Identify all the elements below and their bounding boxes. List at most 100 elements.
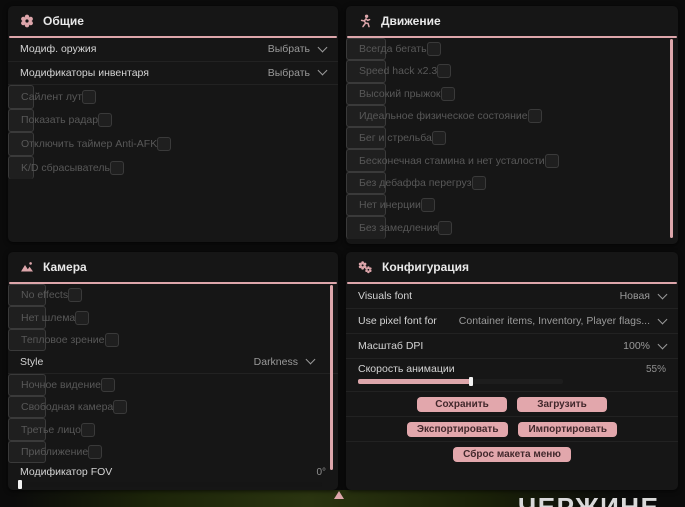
row-label: Идеальное физическое состояние [359,110,528,123]
checkbox[interactable] [431,131,446,146]
row-checkbox[interactable]: Бесконечная стамина и нет усталости [346,149,559,172]
row-checkbox[interactable]: Третье лицо [8,418,95,441]
row-buttons: Экспортировать Импортировать [346,417,678,442]
row-label: Тепловое зрение [21,333,105,346]
row-checkbox[interactable]: Нет инерции [346,194,435,217]
save-button[interactable]: Сохранить [417,396,507,412]
row-label: Нет шлема [21,311,76,324]
checkbox[interactable] [544,153,559,168]
row-buttons: Сохранить Загрузить [346,392,678,417]
select-value: Новая [619,290,650,302]
checkbox[interactable] [471,175,486,190]
row-checkbox[interactable]: No effects [8,284,83,307]
row-label: Use pixel font for [358,315,437,327]
select-control[interactable]: Выбрать [268,65,328,79]
row-checkbox[interactable]: Без замедления [346,216,453,239]
row-select[interactable]: Модиф. оружия Выбрать [8,38,338,62]
row-select[interactable]: Style Darkness [8,351,338,374]
checkbox[interactable] [426,42,441,57]
row-checkbox[interactable]: Ночное видение [8,373,115,396]
row-slider[interactable]: Модификатор FOV 0° [8,463,338,490]
slider-value: 0° [316,466,326,478]
row-checkbox[interactable]: Speed hack x2.3 [346,60,452,83]
select-control[interactable]: Container items, Inventory, Player flags… [459,314,668,327]
panel-title: Конфигурация [382,260,470,274]
row-select[interactable]: Масштаб DPI 100% [346,334,678,359]
chevron-down-icon [657,314,668,324]
checkbox[interactable] [82,89,97,104]
row-checkbox[interactable]: Всегда бегать [346,38,441,61]
chevron-down-icon [305,354,316,365]
panel-title: Камера [43,260,87,274]
panel-title: Движение [381,14,441,28]
select-control[interactable]: Darkness [254,354,316,368]
load-button[interactable]: Загрузить [517,396,607,412]
export-button[interactable]: Экспортировать [406,421,509,437]
slider-value: 55% [645,363,666,375]
row-select[interactable]: Visuals font Новая [346,284,678,309]
checkbox[interactable] [438,221,453,236]
row-select[interactable]: Модификаторы инвентаря Выбрать [8,62,338,85]
select-control[interactable]: Новая [619,289,668,302]
runner-icon [358,14,372,28]
row-checkbox[interactable]: Показать радар [8,108,113,132]
checkbox[interactable] [75,310,90,325]
panel-config-header: Конфигурация [346,252,678,280]
panel-camera: Камера No effects Нет шлема Тепловое зрени… [8,252,338,490]
row-checkbox[interactable]: Высокий прыжок [346,82,455,105]
row-label: Третье лицо [21,423,81,436]
panel-movement: Движение Всегда бегать Speed hack x2.3 Выс… [346,6,678,244]
row-label: Высокий прыжок [359,87,441,100]
checkbox[interactable] [104,332,119,347]
checkbox[interactable] [68,288,83,303]
scrollbar[interactable] [670,39,673,238]
select-control[interactable]: 100% [623,339,668,352]
checkbox[interactable] [88,444,103,459]
row-checkbox[interactable]: Нет шлема [8,306,90,329]
row-label: Модификатор FOV [20,466,113,479]
slider-track[interactable] [358,377,563,386]
scrollbar[interactable] [330,285,333,470]
row-checkbox[interactable]: Свободная камера [8,395,128,419]
checkbox[interactable] [113,400,128,415]
row-buttons: Сброс макета меню [346,442,678,467]
row-label: Всегда бегать [359,43,427,56]
row-slider[interactable]: Скорость анимации 55% [346,359,678,392]
reset-menu-layout-button[interactable]: Сброс макета меню [453,447,571,462]
import-button[interactable]: Импортировать [518,421,618,437]
checkbox[interactable] [80,422,95,437]
row-checkbox[interactable]: Идеальное физическое состояние [346,104,542,128]
checkbox[interactable] [527,109,542,124]
slider-handle[interactable] [468,377,473,386]
row-label: K/D сбрасыватель [21,161,111,174]
select-value: 100% [623,340,650,352]
row-select[interactable]: Use pixel font for Container items, Inven… [346,309,678,334]
row-checkbox[interactable]: Тепловое зрение [8,328,119,352]
slider-handle[interactable] [18,480,22,490]
checkbox[interactable] [157,136,172,151]
slider-track[interactable] [18,480,322,490]
row-label: Модификаторы инвентаря [20,66,149,79]
row-label: Visuals font [358,290,413,302]
row-label: Приближение [21,445,89,458]
row-checkbox[interactable]: Без дебаффа перегруз [346,171,486,195]
checkbox[interactable] [440,86,455,101]
checkbox[interactable] [437,64,452,79]
select-control[interactable]: Выбрать [268,42,328,55]
row-label: Ночное видение [21,378,101,391]
row-checkbox[interactable]: Сайлент лут [8,85,97,109]
slider-labels: Модификатор FOV 0° [20,466,326,478]
checkbox[interactable] [100,377,115,392]
panel-movement-header: Движение [346,6,678,34]
row-checkbox[interactable]: K/D сбрасыватель [8,155,125,179]
checkbox[interactable] [98,113,113,128]
row-checkbox[interactable]: Бег и стрельба [346,127,446,150]
row-label: Speed hack x2.3 [359,65,438,78]
checkbox[interactable] [420,198,435,213]
row-checkbox[interactable]: Приближение [8,440,103,464]
row-label: Показать радар [21,114,99,127]
checkbox[interactable] [110,160,125,175]
cursor-pointer [334,491,344,499]
chevron-down-icon [657,339,668,349]
row-checkbox[interactable]: Отключить таймер Anti-AFK [8,132,172,156]
